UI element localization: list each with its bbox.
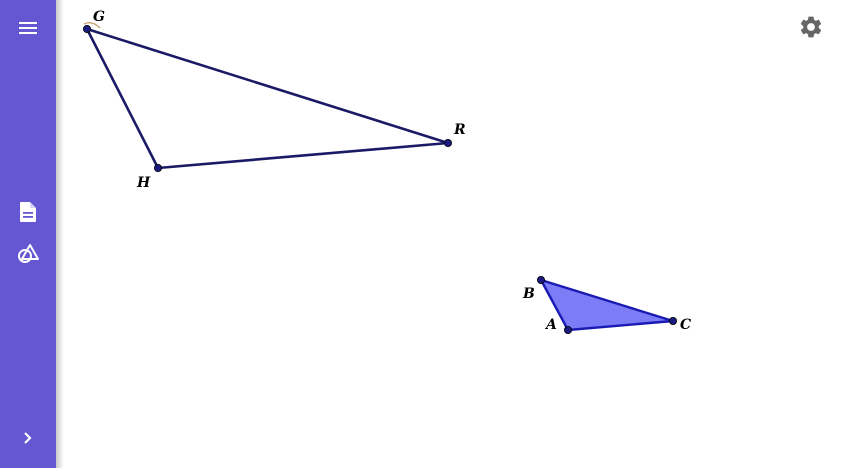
label-r: R <box>453 122 466 138</box>
label-h: H <box>136 175 151 191</box>
point-c[interactable] <box>669 316 678 325</box>
triangle-ghr[interactable] <box>85 27 450 170</box>
triangle-abc[interactable] <box>539 278 675 332</box>
point-g[interactable] <box>83 24 92 33</box>
label-g: G <box>93 9 105 25</box>
label-a: A <box>544 317 557 333</box>
geometry-canvas[interactable]: G H R B A C <box>0 0 841 468</box>
label-c: C <box>680 317 691 333</box>
point-h[interactable] <box>153 163 162 172</box>
point-r[interactable] <box>443 138 452 147</box>
point-a[interactable] <box>564 325 573 334</box>
point-b[interactable] <box>537 275 546 284</box>
label-b: B <box>522 286 535 302</box>
